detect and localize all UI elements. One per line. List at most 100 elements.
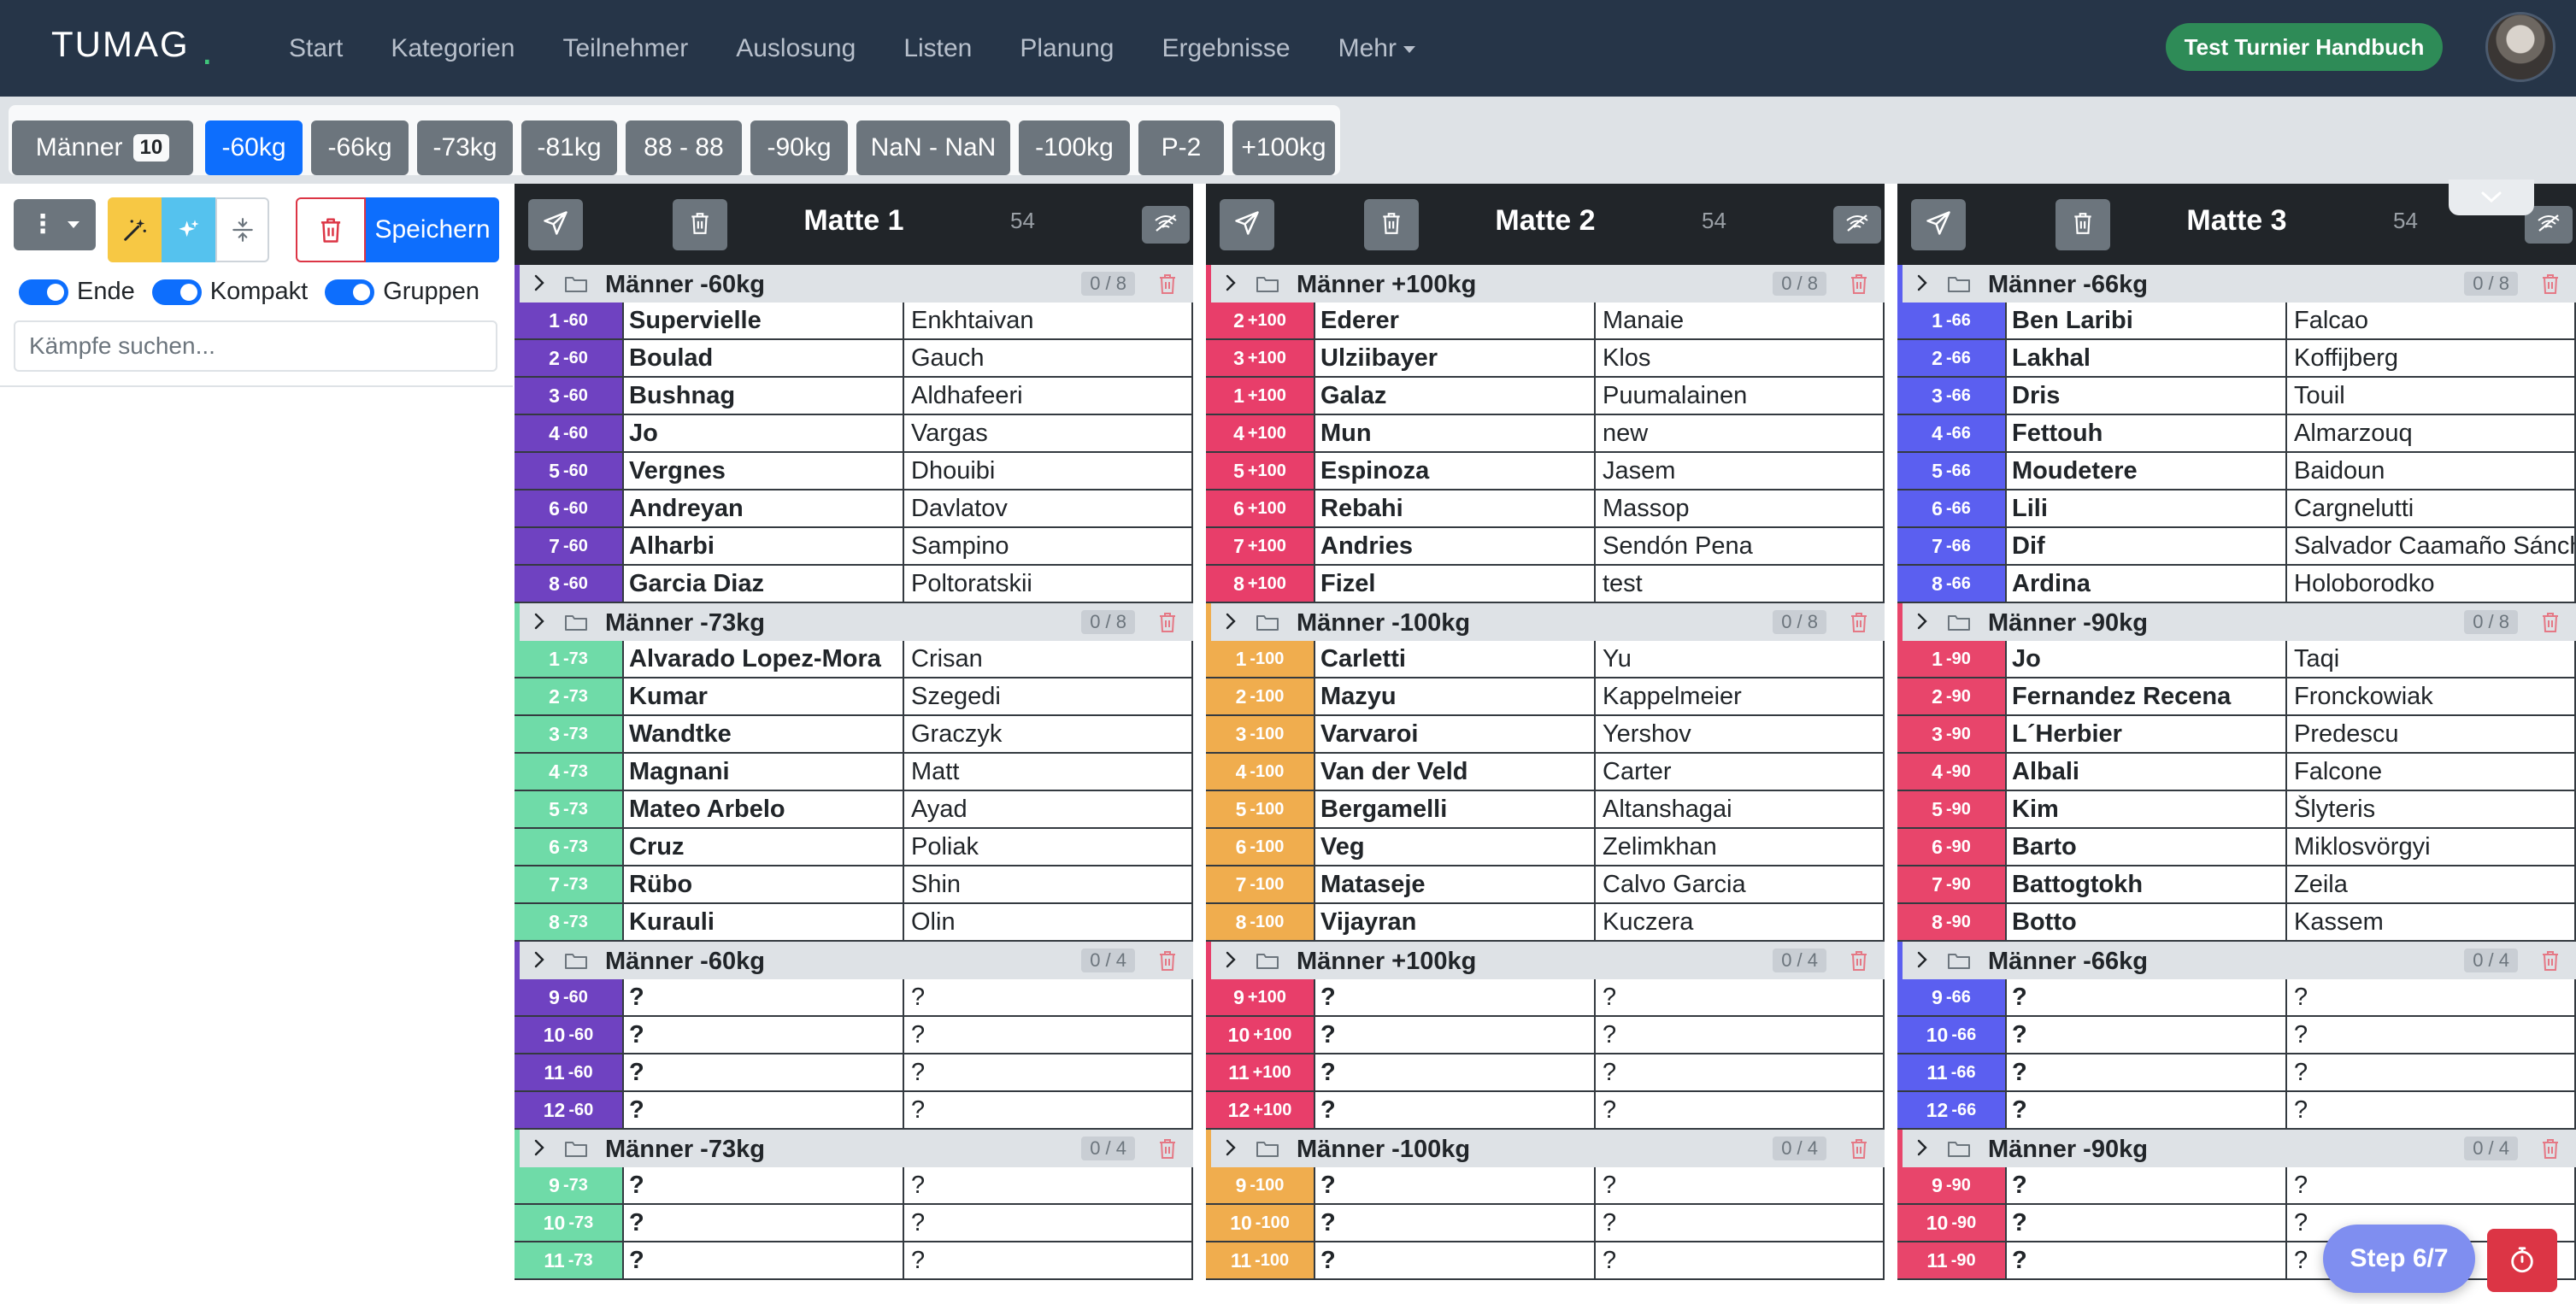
trash-icon[interactable]: [1157, 273, 1178, 299]
nav-link-mehr[interactable]: Mehr: [1338, 34, 1415, 63]
group-header[interactable]: Männer +100kg 0 / 8: [1206, 265, 1885, 303]
fight-row[interactable]: 10 -100??: [1206, 1205, 1885, 1242]
group-header[interactable]: Männer -66kg 0 / 4: [1897, 942, 2576, 979]
fight-row[interactable]: 9 -66??: [1897, 979, 2576, 1017]
fight-row[interactable]: 5 +100 Espinoza Jasem: [1206, 453, 1885, 490]
fight-row[interactable]: 1 -66 Ben Laribi Falcao: [1897, 303, 2576, 340]
toggle-switch-ende[interactable]: [19, 279, 68, 305]
category-button-66kg[interactable]: -66kg: [311, 120, 409, 175]
category-button-100kg[interactable]: -100kg: [1019, 120, 1130, 175]
fight-row[interactable]: 9 -90??: [1897, 1167, 2576, 1205]
fight-row[interactable]: 4 -100 Van der Veld Carter: [1206, 754, 1885, 791]
chevron-right-icon[interactable]: [1223, 1138, 1238, 1161]
nav-link-start[interactable]: Start: [289, 34, 343, 63]
fight-row[interactable]: 1 -90 Jo Taqi: [1897, 641, 2576, 678]
chevron-right-icon[interactable]: [532, 1138, 547, 1161]
fight-row[interactable]: 10 -66??: [1897, 1017, 2576, 1054]
fight-row[interactable]: 12 +100??: [1206, 1092, 1885, 1130]
category-button-60kg[interactable]: -60kg: [205, 120, 303, 175]
fight-row[interactable]: 4 -90 Albali Falcone: [1897, 754, 2576, 791]
toggle-switch-gruppen[interactable]: [325, 279, 375, 305]
toggle-ende[interactable]: Ende: [19, 278, 135, 306]
chevron-right-icon[interactable]: [532, 950, 547, 973]
fight-row[interactable]: 6 -100 Veg Zelimkhan: [1206, 829, 1885, 866]
fight-row[interactable]: 11 -100??: [1206, 1242, 1885, 1280]
fight-row[interactable]: 1 +100 Galaz Puumalainen: [1206, 378, 1885, 415]
toggle-switch-kompakt[interactable]: [151, 279, 202, 305]
sparkle-button[interactable]: [162, 197, 215, 262]
toggle-kompakt[interactable]: Kompakt: [151, 278, 308, 306]
brand-logo[interactable]: TUMAG .: [51, 24, 215, 72]
nav-link-teilnehmer[interactable]: Teilnehmer: [562, 34, 688, 63]
timer-button[interactable]: [2487, 1229, 2557, 1292]
fight-row[interactable]: 11 -73??: [515, 1242, 1193, 1280]
fight-row[interactable]: 8 -90 Botto Kassem: [1897, 904, 2576, 942]
chevron-right-icon[interactable]: [1223, 950, 1238, 973]
fight-row[interactable]: 12 -60??: [515, 1092, 1193, 1130]
fight-row[interactable]: 9 -100??: [1206, 1167, 1885, 1205]
group-header[interactable]: Männer -100kg 0 / 4: [1206, 1130, 1885, 1167]
fight-row[interactable]: 9 -73??: [515, 1167, 1193, 1205]
fight-row[interactable]: 8 -100 Vijayran Kuczera: [1206, 904, 1885, 942]
fight-row[interactable]: 5 -60 Vergnes Dhouibi: [515, 453, 1193, 490]
category-button-88-88[interactable]: 88 - 88: [626, 120, 742, 175]
category-button-plus100kg[interactable]: +100kg: [1232, 120, 1335, 175]
options-dropdown-button[interactable]: ⋮: [14, 199, 96, 250]
chevron-right-icon[interactable]: [1914, 273, 1930, 297]
fight-row[interactable]: 5 -90 Kim Šlyteris: [1897, 791, 2576, 829]
fight-row[interactable]: 6 +100 Rebahi Massop: [1206, 490, 1885, 528]
avatar[interactable]: [2485, 12, 2555, 82]
fight-row[interactable]: 8 -60 Garcia Diaz Poltoratskii: [515, 566, 1193, 603]
fight-row[interactable]: 7 -90 Battogtokh Zeila: [1897, 866, 2576, 904]
fight-row[interactable]: 10 -73??: [515, 1205, 1193, 1242]
send-mat-button[interactable]: [528, 199, 583, 250]
step-indicator-button[interactable]: Step 6/7: [2323, 1225, 2475, 1293]
mat-disconnect-button[interactable]: [1142, 206, 1190, 244]
category-group-button[interactable]: Männer 10: [12, 120, 193, 175]
fight-row[interactable]: 3 -90 L´Herbier Predescu: [1897, 716, 2576, 754]
fight-row[interactable]: 2 -73 Kumar Szegedi: [515, 678, 1193, 716]
fight-row[interactable]: 7 -100 Mataseje Calvo Garcia: [1206, 866, 1885, 904]
fight-row[interactable]: 4 -66 Fettouh Almarzouq: [1897, 415, 2576, 453]
fight-row[interactable]: 3 -60 Bushnag Aldhafeeri: [515, 378, 1193, 415]
fight-row[interactable]: 2 -90 Fernandez Recena Fronckowiak: [1897, 678, 2576, 716]
group-header[interactable]: Männer -73kg 0 / 4: [515, 1130, 1193, 1167]
trash-icon[interactable]: [1849, 1137, 1869, 1164]
fight-row[interactable]: 10 +100??: [1206, 1017, 1885, 1054]
trash-icon[interactable]: [1157, 949, 1178, 976]
fight-row[interactable]: 5 -73 Mateo Arbelo Ayad: [515, 791, 1193, 829]
tournament-button[interactable]: Test Turnier Handbuch: [2166, 23, 2443, 71]
category-button-nan[interactable]: NaN - NaN: [856, 120, 1010, 175]
fight-row[interactable]: 7 +100 Andries Sendón Pena: [1206, 528, 1885, 566]
fight-row[interactable]: 8 +100 Fizel test: [1206, 566, 1885, 603]
fight-row[interactable]: 11 -60??: [515, 1054, 1193, 1092]
fight-row[interactable]: 6 -60 Andreyan Davlatov: [515, 490, 1193, 528]
trash-icon[interactable]: [1849, 949, 1869, 976]
fight-row[interactable]: 4 -60 Jo Vargas: [515, 415, 1193, 453]
group-header[interactable]: Männer -60kg 0 / 4: [515, 942, 1193, 979]
group-header[interactable]: Männer -60kg 0 / 8: [515, 265, 1193, 303]
chevron-right-icon[interactable]: [532, 273, 547, 297]
fight-row[interactable]: 8 -66 Ardina Holoborodko: [1897, 566, 2576, 603]
trash-icon[interactable]: [1849, 611, 1869, 637]
fight-row[interactable]: 11 +100??: [1206, 1054, 1885, 1092]
trash-icon[interactable]: [1157, 611, 1178, 637]
fight-row[interactable]: 2 -66 Lakhal Koffijberg: [1897, 340, 2576, 378]
fight-row[interactable]: 1 -73 Alvarado Lopez-Mora Crisan: [515, 641, 1193, 678]
group-header[interactable]: Männer -90kg 0 / 4: [1897, 1130, 2576, 1167]
chevron-right-icon[interactable]: [1914, 950, 1930, 973]
fight-search-input[interactable]: [14, 320, 497, 372]
fight-row[interactable]: 9 -60??: [515, 979, 1193, 1017]
mat-disconnect-button[interactable]: [1833, 206, 1881, 244]
category-button-90kg[interactable]: -90kg: [750, 120, 848, 175]
fight-row[interactable]: 6 -66 Lili Cargnelutti: [1897, 490, 2576, 528]
fight-row[interactable]: 9 +100??: [1206, 979, 1885, 1017]
fight-row[interactable]: 2 -60 Boulad Gauch: [515, 340, 1193, 378]
group-header[interactable]: Männer -73kg 0 / 8: [515, 603, 1193, 641]
fight-row[interactable]: 3 -100 Varvaroi Yershov: [1206, 716, 1885, 754]
trash-icon[interactable]: [2540, 273, 2561, 299]
fight-row[interactable]: 8 -73 Kurauli Olin: [515, 904, 1193, 942]
fight-row[interactable]: 7 -60 Alharbi Sampino: [515, 528, 1193, 566]
fight-row[interactable]: 10 -60??: [515, 1017, 1193, 1054]
save-button[interactable]: Speichern: [366, 197, 499, 262]
